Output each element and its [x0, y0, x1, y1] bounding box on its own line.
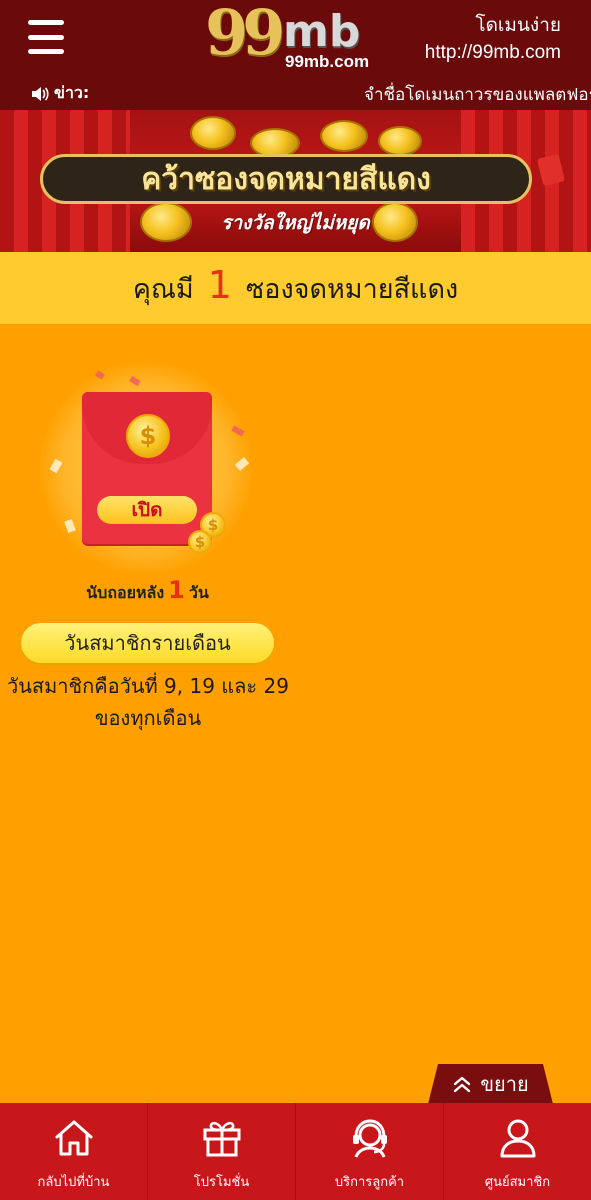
- logo-mb: mb: [283, 6, 361, 57]
- nav-promotions[interactable]: โปรโมชั่น: [148, 1103, 296, 1200]
- nav-customer-service-label: บริการลูกค้า: [334, 1175, 405, 1190]
- gift-icon: [203, 1121, 240, 1157]
- bottom-navigation: กลับไปที่บ้าน โปรโมชั่น บริการลูกค้า ศูน…: [0, 1103, 591, 1200]
- banner-title-plate: คว้าซองจดหมายสีแดง: [40, 154, 532, 204]
- gold-coin: [320, 120, 368, 152]
- gold-coin: [378, 126, 422, 156]
- nav-home-label: กลับไปที่บ้าน: [37, 1175, 110, 1190]
- dollar-coin-icon: $: [188, 530, 212, 554]
- speaker-icon: [32, 86, 49, 101]
- top-header: 99 mb 99mb.com โดเมนง่าย http://99mb.com…: [0, 0, 591, 110]
- nav-customer-service[interactable]: บริการลูกค้า: [296, 1103, 444, 1200]
- nav-promotions-label: โปรโมชั่น: [193, 1175, 250, 1190]
- expand-tab[interactable]: ขยาย: [428, 1064, 553, 1104]
- count-prefix: คุณมี: [132, 273, 194, 305]
- news-ticker-text: จำชื่อโดเมนถาวรของแพลตฟอร์ม: [364, 85, 591, 105]
- envelope-count-bar: คุณมี 1 ซองจดหมายสีแดง: [0, 252, 591, 324]
- logo-domain: 99mb.com: [285, 52, 370, 71]
- gold-coin: [190, 116, 236, 150]
- countdown-unit: วัน: [188, 583, 209, 602]
- member-desc-line2: ของทุกเดือน: [94, 706, 202, 730]
- news-bar: ข่าว: จำชื่อโดเมนถาวรของแพลตฟอร์ม: [0, 76, 591, 110]
- banner-subtitle: รางวัลใหญ่ไม่หยุด: [221, 212, 370, 234]
- nav-member-center-label: ศูนย์สมาชิก: [484, 1175, 551, 1190]
- news-ticker[interactable]: จำชื่อโดเมนถาวรของแพลตฟอร์ม: [362, 81, 591, 108]
- headset-icon: [352, 1119, 387, 1158]
- monthly-member-day-button[interactable]: วันสมาชิกรายเดือน: [21, 623, 274, 663]
- site-logo[interactable]: 99 mb 99mb.com: [205, 0, 390, 74]
- open-envelope-button[interactable]: เปิด: [97, 496, 197, 524]
- user-icon: [500, 1119, 535, 1158]
- member-day-description: วันสมาชิกคือวันที่ 9, 19 และ 29 ของทุกเด…: [0, 670, 296, 734]
- countdown-value: 1: [168, 576, 185, 604]
- news-label: ข่าว:: [30, 81, 89, 106]
- home-icon: [55, 1120, 92, 1156]
- nav-member-center[interactable]: ศูนย์สมาชิก: [444, 1103, 591, 1200]
- nav-home[interactable]: กลับไปที่บ้าน: [0, 1103, 148, 1200]
- double-chevron-up-icon: [454, 1076, 471, 1093]
- countdown: นับถอยหลัง 1 วัน: [20, 576, 275, 606]
- easy-domain-label: โดเมนง่าย: [475, 14, 561, 36]
- dollar-coin-icon: $: [126, 414, 170, 458]
- hamburger-menu-icon[interactable]: [28, 20, 64, 54]
- count-suffix: ซองจดหมายสีแดง: [245, 273, 459, 305]
- member-desc-line1: วันสมาชิกคือวันที่ 9, 19 และ 29: [7, 674, 289, 698]
- countdown-prefix: นับถอยหลัง: [86, 583, 165, 602]
- envelope-count: 1: [207, 263, 232, 307]
- promo-banner: คว้าซองจดหมายสีแดง รางวัลใหญ่ไม่หยุด: [0, 110, 591, 252]
- logo-99: 99: [205, 0, 285, 69]
- expand-label: ขยาย: [480, 1072, 529, 1096]
- news-label-text: ข่าว:: [54, 83, 90, 102]
- banner-title: คว้าซองจดหมายสีแดง: [141, 161, 431, 197]
- domain-url-link[interactable]: http://99mb.com: [425, 42, 561, 64]
